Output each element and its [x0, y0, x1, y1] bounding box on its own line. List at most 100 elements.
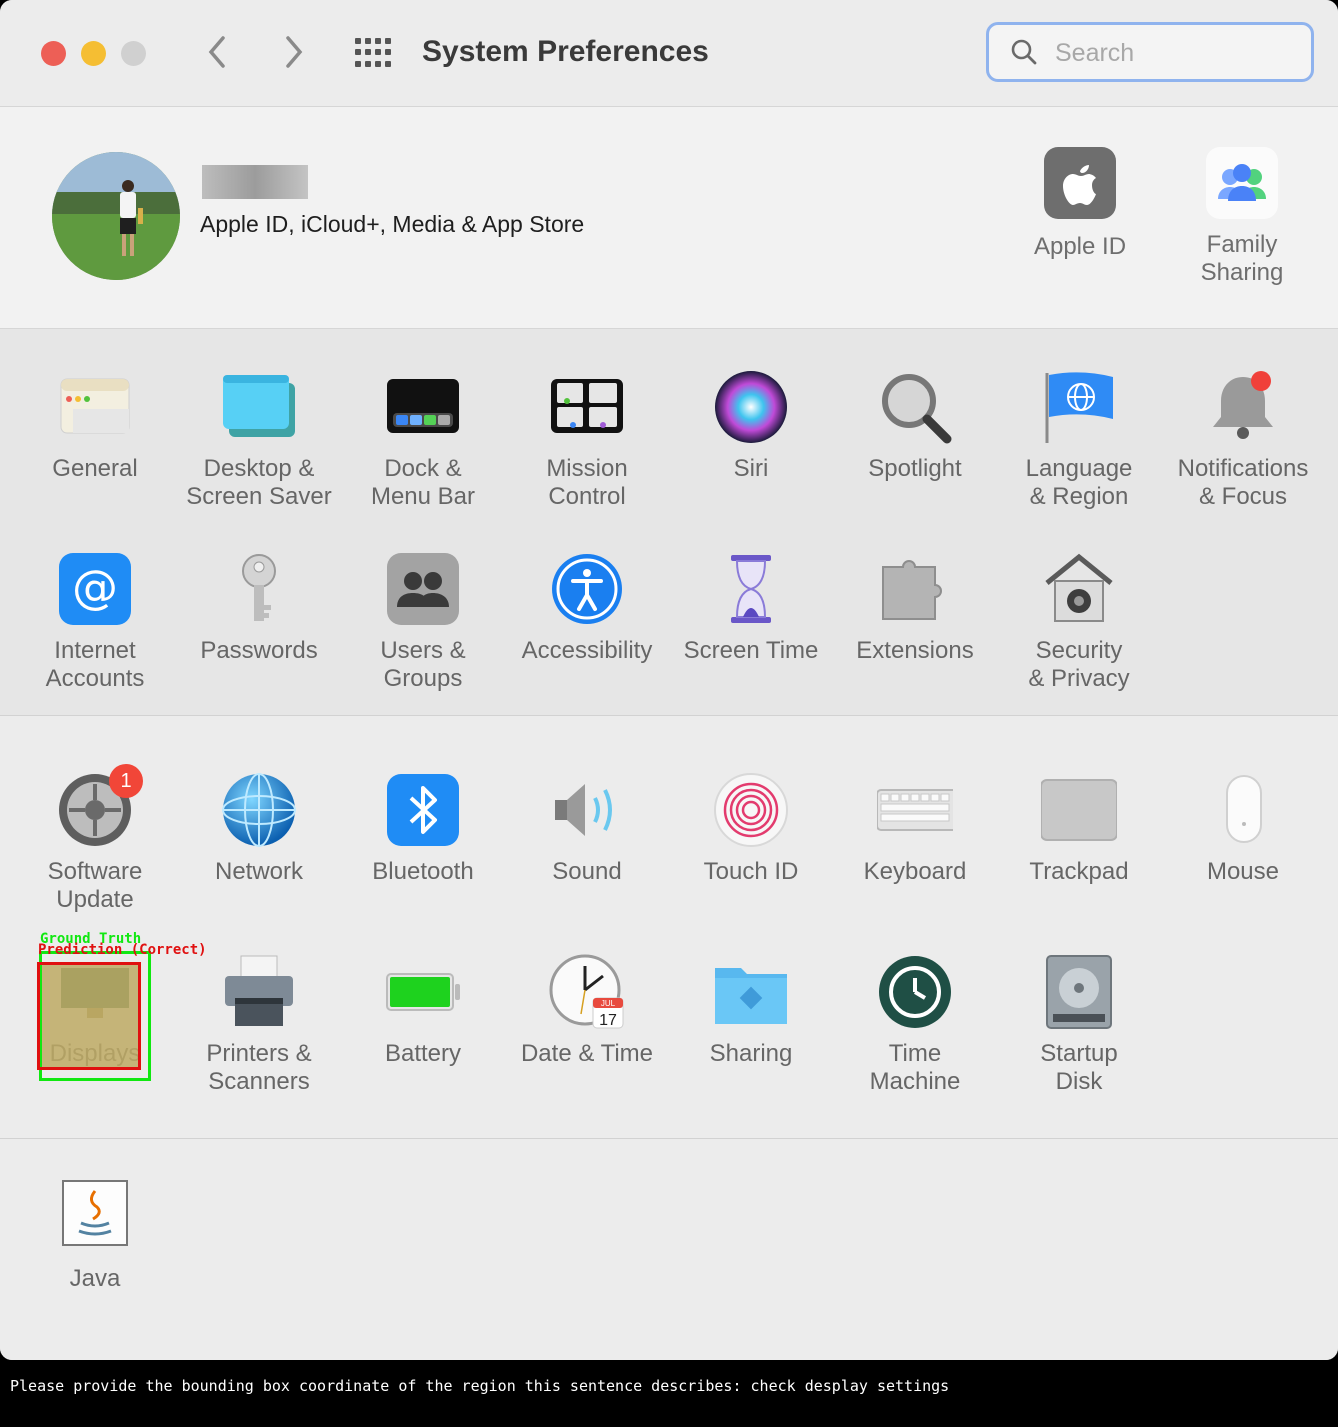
apple-id-pane[interactable]: Apple ID — [1020, 147, 1140, 261]
pane-label: Sharing — [709, 1040, 793, 1067]
pane-label: Accessibility — [521, 637, 653, 664]
sharing-icon — [713, 954, 789, 1030]
startup-disk-icon — [1041, 954, 1117, 1030]
general-icon — [57, 369, 133, 445]
search-input[interactable] — [1053, 35, 1297, 71]
family-sharing-icon — [1206, 147, 1278, 219]
pane-label: Passwords — [200, 637, 318, 664]
pane-spotlight[interactable]: Spotlight — [833, 369, 997, 483]
pane-sound[interactable]: Sound — [505, 772, 669, 886]
pane-label: Sound — [552, 858, 622, 885]
pane-label: Mission Control — [546, 455, 628, 510]
pane-bluetooth[interactable]: Bluetooth — [341, 772, 505, 886]
java-icon — [57, 1179, 133, 1255]
pane-label: Bluetooth — [372, 858, 474, 885]
accessibility-icon — [549, 551, 625, 627]
pane-label: Notifications & Focus — [1177, 455, 1309, 510]
chevron-left-icon — [208, 36, 225, 68]
pane-printers-scanners[interactable]: Printers & Scanners — [177, 954, 341, 1096]
spotlight-icon — [877, 369, 953, 445]
pane-label: Touch ID — [703, 858, 799, 885]
account-name-redacted — [202, 165, 308, 199]
pane-label: Desktop & Screen Saver — [186, 455, 332, 510]
system-preferences-window: System Preferences Apple ID, iCloud+, Me… — [0, 0, 1338, 1360]
pane-label: Battery — [384, 1040, 462, 1067]
keyboard-icon — [876, 772, 958, 848]
notifications-icon — [1205, 369, 1281, 445]
pane-security-privacy[interactable]: Security & Privacy — [997, 551, 1161, 693]
pane-label: Keyboard — [863, 858, 967, 885]
date-time-icon: JUL 17 — [549, 954, 625, 1030]
pane-keyboard[interactable]: Keyboard — [833, 772, 997, 886]
show-all-grid-icon[interactable] — [355, 38, 393, 68]
pane-label: Startup Disk — [1040, 1040, 1118, 1095]
pane-label: Printers & Scanners — [206, 1040, 312, 1095]
pane-label: Network — [214, 858, 304, 885]
battery-icon — [385, 954, 461, 1030]
calendar-month-label: JUL — [601, 999, 616, 1008]
pane-software-update[interactable]: 1 Software Update — [13, 764, 177, 914]
pane-notifications-focus[interactable]: Notifications & Focus — [1161, 369, 1325, 511]
prediction-label: Prediction (Correct) — [38, 942, 207, 958]
trackpad-icon — [1040, 772, 1118, 848]
prediction-box — [37, 962, 141, 1070]
pane-java[interactable]: Java — [13, 1179, 177, 1293]
pane-mission-control[interactable]: Mission Control — [505, 369, 669, 511]
pane-label: Screen Time — [683, 637, 819, 664]
pane-general[interactable]: General — [13, 369, 177, 483]
update-count-badge: 1 — [109, 764, 143, 798]
software-update-icon: 1 — [57, 764, 143, 848]
dock-menubar-icon — [385, 369, 461, 445]
pane-desktop-screen-saver[interactable]: Desktop & Screen Saver — [177, 369, 341, 511]
pane-network[interactable]: Network — [177, 772, 341, 886]
pane-time-machine[interactable]: Time Machine — [833, 954, 997, 1096]
forward-button[interactable] — [282, 34, 306, 77]
search-icon — [1011, 39, 1037, 65]
pane-startup-disk[interactable]: Startup Disk — [997, 954, 1161, 1096]
network-icon — [221, 772, 297, 848]
minimize-button[interactable] — [81, 41, 106, 66]
pane-sharing[interactable]: Sharing — [669, 954, 833, 1068]
account-subtitle: Apple ID, iCloud+, Media & App Store — [200, 211, 585, 237]
close-button[interactable] — [41, 41, 66, 66]
instruction-caption: Please provide the bounding box coordina… — [10, 1377, 950, 1395]
back-button[interactable] — [205, 34, 229, 77]
window-title: System Preferences — [422, 35, 709, 68]
pane-language-region[interactable]: Language & Region — [997, 369, 1161, 511]
pane-label: Security & Privacy — [1028, 637, 1130, 692]
pane-users-groups[interactable]: Users & Groups — [341, 551, 505, 693]
bluetooth-icon — [385, 772, 461, 848]
pane-label: General — [52, 455, 138, 482]
pane-trackpad[interactable]: Trackpad — [997, 772, 1161, 886]
sound-icon — [549, 772, 625, 848]
pane-battery[interactable]: Battery — [341, 954, 505, 1068]
pane-label: Siri — [733, 455, 769, 482]
family-sharing-pane[interactable]: Family Sharing — [1172, 147, 1312, 287]
zoom-button[interactable] — [121, 41, 146, 66]
pane-touch-id[interactable]: Touch ID — [669, 772, 833, 886]
svg-text:@: @ — [72, 560, 118, 614]
family-sharing-label: Family Sharing — [1200, 231, 1284, 286]
users-groups-icon — [385, 551, 461, 627]
passwords-icon — [221, 551, 297, 627]
pane-label: Extensions — [856, 637, 974, 664]
calendar-day-label: 17 — [599, 1012, 617, 1029]
pane-label: Internet Accounts — [45, 637, 145, 692]
search-field[interactable] — [986, 22, 1314, 82]
pane-extensions[interactable]: Extensions — [833, 551, 997, 665]
pane-date-time[interactable]: JUL 17 Date & Time — [505, 954, 669, 1068]
hardware-section: 1 Software Update Network Bluetooth Soun… — [0, 716, 1338, 1139]
pane-label: Dock & Menu Bar — [370, 455, 476, 510]
pane-dock-menu-bar[interactable]: Dock & Menu Bar — [341, 369, 505, 511]
pane-mouse[interactable]: Mouse — [1161, 772, 1325, 886]
pane-accessibility[interactable]: Accessibility — [505, 551, 669, 665]
pane-passwords[interactable]: Passwords — [177, 551, 341, 665]
avatar[interactable] — [52, 152, 180, 280]
apple-id-label: Apple ID — [1033, 233, 1127, 260]
internet-accounts-icon: @ — [57, 551, 133, 627]
touch-id-icon — [713, 772, 789, 848]
pane-screen-time[interactable]: Screen Time — [669, 551, 833, 665]
pane-siri[interactable]: Siri — [669, 369, 833, 483]
screen-time-icon — [713, 551, 789, 627]
pane-internet-accounts[interactable]: @ Internet Accounts — [13, 551, 177, 693]
